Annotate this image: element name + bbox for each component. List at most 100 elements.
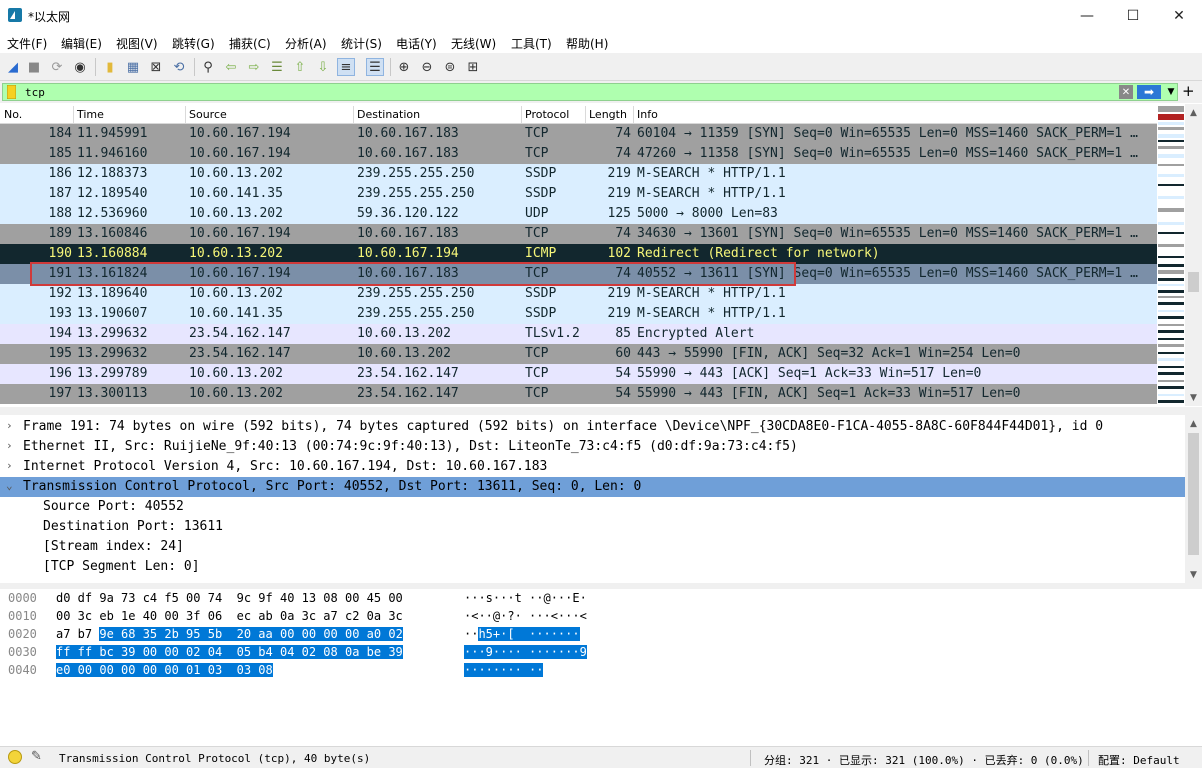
zoom-in-icon[interactable]: ⊕ <box>395 58 413 76</box>
column-header-source[interactable]: Source <box>189 108 227 121</box>
close-button[interactable]: ✕ <box>1156 0 1202 31</box>
hex-bytes[interactable]: ff ff bc 39 00 00 02 04 05 b4 04 02 08 0… <box>56 645 403 663</box>
filter-history-chevron-down-icon[interactable]: ▼ <box>1165 85 1177 99</box>
maximize-button[interactable]: ☐ <box>1110 0 1156 31</box>
ascii-bytes[interactable]: ·<··@·?· ···<···< <box>464 609 587 627</box>
scrollbar-thumb[interactable] <box>1188 433 1199 555</box>
ascii-bytes[interactable]: ········ ·· <box>464 663 544 681</box>
hex-bytes[interactable]: a7 b7 9e 68 35 2b 95 5b 20 aa 00 00 00 0… <box>56 627 403 645</box>
tree-item[interactable]: › Frame 191: 74 bytes on wire (592 bits),… <box>0 417 1185 437</box>
tree-item[interactable]: [TCP Segment Len: 0] <box>0 557 1185 577</box>
menu-edit[interactable]: 编辑(E) <box>61 35 102 52</box>
menu-wireless[interactable]: 无线(W) <box>451 35 496 52</box>
expand-chevron-right-icon[interactable]: › <box>6 419 13 432</box>
start-capture-icon[interactable]: ◢ <box>4 58 22 76</box>
menu-view[interactable]: 视图(V) <box>116 35 158 52</box>
scrollbar-thumb[interactable] <box>1188 272 1199 292</box>
packet-row[interactable]: 196 13.299789 10.60.13.202 23.54.162.147 TCP… <box>0 364 1157 384</box>
hex-bytes[interactable]: d0 df 9a 73 c4 f5 00 74 9c 9f 40 13 08 0… <box>56 591 403 609</box>
packet-row[interactable]: 193 13.190607 10.60.141.35 239.255.255.250 S… <box>0 304 1157 324</box>
cell-length: 54 <box>615 386 631 401</box>
column-header-length[interactable]: Length <box>589 108 627 121</box>
scroll-down-arrow-icon[interactable]: ▼ <box>1185 566 1202 583</box>
menu-tools[interactable]: 工具(T) <box>511 35 552 52</box>
reload-file-icon[interactable]: ⟲ <box>170 58 188 76</box>
column-header-info[interactable]: Info <box>637 108 658 121</box>
packet-row[interactable]: 194 13.299632 23.54.162.147 10.60.13.202 TLS… <box>0 324 1157 344</box>
cell-info: 47260 → 11358 [SYN] Seq=0 Win=65535 Len=… <box>637 146 1138 161</box>
add-filter-button-plus-icon[interactable]: + <box>1182 82 1195 100</box>
packet-row[interactable]: 186 12.188373 10.60.13.202 239.255.255.250 S… <box>0 164 1157 184</box>
collapse-chevron-down-icon[interactable]: ⌄ <box>6 479 13 492</box>
go-to-packet-icon[interactable]: ☰ <box>268 58 286 76</box>
go-forward-icon[interactable]: ⇨ <box>245 58 263 76</box>
menu-analyze[interactable]: 分析(A) <box>285 35 327 52</box>
scroll-up-arrow-icon[interactable]: ▲ <box>1185 104 1202 121</box>
packet-row[interactable]: 192 13.189640 10.60.13.202 239.255.255.250 S… <box>0 284 1157 304</box>
restart-capture-icon[interactable]: ⟳ <box>48 58 66 76</box>
display-filter-input[interactable]: tcp ✕ ➡ ▼ <box>2 83 1178 101</box>
filter-bookmark-icon[interactable] <box>5 84 18 100</box>
packet-row[interactable]: 187 12.189540 10.60.141.35 239.255.255.250 S… <box>0 184 1157 204</box>
autoscroll-icon[interactable]: ≡ <box>337 58 355 76</box>
tree-item[interactable]: Source Port: 40552 <box>0 497 1185 517</box>
open-file-icon[interactable]: ▮ <box>101 58 119 76</box>
packet-row[interactable]: 195 13.299632 23.54.162.147 10.60.13.202 TCP… <box>0 344 1157 364</box>
go-back-icon[interactable]: ⇦ <box>222 58 240 76</box>
resize-columns-icon[interactable]: ⊞ <box>464 58 482 76</box>
colorize-icon[interactable]: ☰ <box>366 58 384 76</box>
stop-capture-icon[interactable]: ■ <box>25 58 43 76</box>
column-header-protocol[interactable]: Protocol <box>525 108 569 121</box>
profile[interactable]: 配置: Default <box>1098 752 1180 768</box>
menu-telephony[interactable]: 电话(Y) <box>396 35 437 52</box>
tree-item-label: [TCP Segment Len: 0] <box>43 559 200 574</box>
tree-item[interactable]: Destination Port: 13611 <box>0 517 1185 537</box>
ascii-bytes[interactable]: ···9···· ·······9 <box>464 645 587 663</box>
packet-row[interactable]: 189 13.160846 10.60.167.194 10.60.167.183 TC… <box>0 224 1157 244</box>
hex-bytes[interactable]: 00 3c eb 1e 40 00 3f 06 ec ab 0a 3c a7 c… <box>56 609 403 627</box>
first-packet-icon[interactable]: ⇧ <box>291 58 309 76</box>
ascii-bytes[interactable]: ··h5+·[ ······· <box>464 627 580 645</box>
expert-info-icon[interactable] <box>8 750 22 764</box>
packet-row[interactable]: 184 11.945991 10.60.167.194 10.60.167.183 TC… <box>0 124 1157 144</box>
expand-chevron-right-icon[interactable]: › <box>6 439 13 452</box>
pane-splitter[interactable] <box>0 407 1202 415</box>
clear-filter-icon[interactable]: ✕ <box>1119 85 1133 99</box>
hex-bytes[interactable]: e0 00 00 00 00 00 01 03 03 08 <box>56 663 273 681</box>
scroll-up-arrow-icon[interactable]: ▲ <box>1185 415 1202 432</box>
capture-options-icon[interactable]: ◉ <box>71 58 89 76</box>
tree-item[interactable]: › Internet Protocol Version 4, Src: 10.60… <box>0 457 1185 477</box>
close-file-icon[interactable]: ⊠ <box>147 58 165 76</box>
menu-help[interactable]: 帮助(H) <box>566 35 608 52</box>
menu-capture[interactable]: 捕获(C) <box>229 35 271 52</box>
tree-item[interactable]: ⌄ Transmission Control Protocol, Src Port… <box>0 477 1185 497</box>
packet-list-scrollbar[interactable]: ▲ ▼ <box>1185 104 1202 406</box>
minimize-button[interactable]: — <box>1064 0 1110 31</box>
zoom-out-icon[interactable]: ⊖ <box>418 58 436 76</box>
menu-go[interactable]: 跳转(G) <box>172 35 215 52</box>
hex-bytes-selected: 9e 68 35 2b 95 5b 20 aa 00 00 00 00 a0 0… <box>99 627 403 641</box>
ascii-bytes[interactable]: ···s···t ··@···E· <box>464 591 587 609</box>
packet-row[interactable]: 188 12.536960 10.60.13.202 59.36.120.122 UDP… <box>0 204 1157 224</box>
capture-comment-icon[interactable]: ✎ <box>31 749 42 764</box>
column-header-destination[interactable]: Destination <box>357 108 420 121</box>
tree-item[interactable]: › Ethernet II, Src: RuijieNe_9f:40:13 (00… <box>0 437 1185 457</box>
menu-statistics[interactable]: 统计(S) <box>341 35 382 52</box>
packet-row[interactable]: 190 13.160884 10.60.13.202 10.60.167.194 ICM… <box>0 244 1157 264</box>
cell-length: 125 <box>607 206 631 221</box>
details-scrollbar[interactable]: ▲ ▼ <box>1185 415 1202 583</box>
expand-chevron-right-icon[interactable]: › <box>6 459 13 472</box>
tree-item[interactable]: [Stream index: 24] <box>0 537 1185 557</box>
column-header-time[interactable]: Time <box>77 108 104 121</box>
find-packet-icon[interactable]: ⚲ <box>199 58 217 76</box>
menu-file[interactable]: 文件(F) <box>7 35 47 52</box>
zoom-reset-icon[interactable]: ⊜ <box>441 58 459 76</box>
column-header-no[interactable]: No. <box>4 108 22 121</box>
packet-list-minimap[interactable] <box>1157 104 1185 406</box>
save-file-icon[interactable]: ▦ <box>124 58 142 76</box>
last-packet-icon[interactable]: ⇩ <box>314 58 332 76</box>
apply-filter-icon[interactable]: ➡ <box>1137 85 1161 99</box>
packet-row[interactable]: 197 13.300113 10.60.13.202 23.54.162.147 TCP… <box>0 384 1157 404</box>
scroll-down-arrow-icon[interactable]: ▼ <box>1185 389 1202 406</box>
packet-row[interactable]: 185 11.946160 10.60.167.194 10.60.167.183 TC… <box>0 144 1157 164</box>
